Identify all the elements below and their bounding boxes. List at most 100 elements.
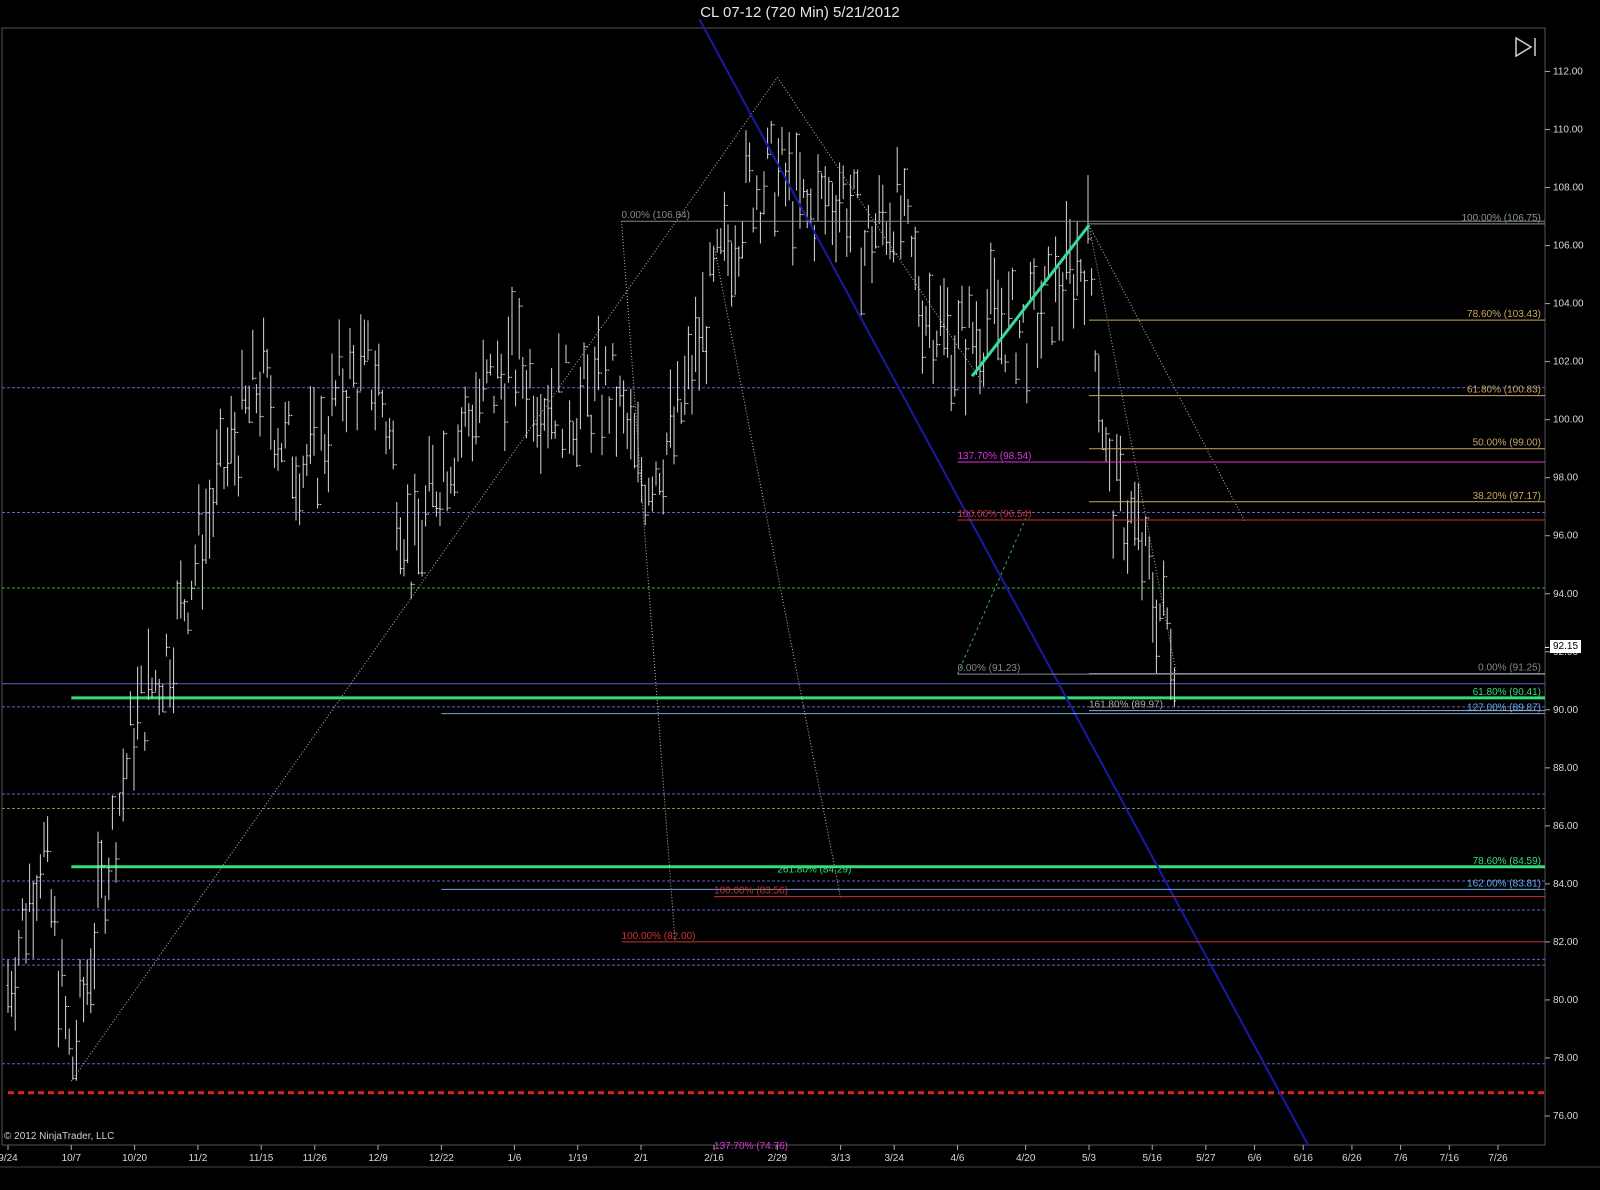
y-axis: 76.00 78.00 80.00 82.00 84.00 86.00 88.00 90.00…: [1545, 67, 1584, 1122]
ohlc-bar: [1057, 255, 1061, 341]
x-tick-label: 4/6: [951, 1153, 965, 1164]
ohlc-bar: [611, 343, 615, 400]
ohlc-bar: [560, 391, 564, 458]
ohlc-bar: [125, 753, 129, 780]
horizontal-levels: [2, 387, 1545, 1095]
ohlc-bar: [287, 401, 291, 426]
ohlc-bar: [935, 330, 939, 361]
trend-line[interactable]: [970, 224, 1091, 378]
ohlc-bar: [920, 300, 924, 374]
ohlc-bar: [503, 373, 507, 452]
ohlc-bar: [715, 229, 719, 259]
ohlc-bar: [942, 277, 946, 356]
ohlc-bar: [290, 414, 294, 499]
ohlc-bar: [719, 228, 723, 255]
ohlc-bar: [20, 898, 24, 939]
ohlc-bar: [589, 414, 593, 453]
ohlc-bar: [139, 665, 143, 724]
ohlc-bar: [247, 385, 251, 423]
ohlc-bar: [420, 519, 424, 577]
ohlc-bar: [67, 1005, 71, 1055]
ohlc-bar: [233, 411, 237, 486]
ohlc-bar: [596, 315, 600, 391]
trend-lines[interactable]: [70, 18, 1309, 1146]
y-tick-label: 80.00: [1553, 995, 1578, 1006]
ohlc-bar: [38, 854, 42, 899]
ohlc-bar: [888, 202, 892, 260]
ohlc-bar: [488, 353, 492, 376]
ohlc-bar: [1003, 313, 1007, 373]
ohlc-bar: [53, 896, 57, 936]
ohlc-bar: [204, 488, 208, 564]
x-tick-label: 6/6: [1248, 1153, 1262, 1164]
ohlc-bar: [1064, 201, 1068, 291]
ohlc-bar: [1036, 265, 1040, 369]
ohlc-bar: [1108, 433, 1112, 492]
ohlc-bar: [762, 171, 766, 215]
ohlc-bar: [730, 240, 734, 307]
x-tick-label: 11/2: [189, 1153, 208, 1164]
ohlc-bar: [928, 272, 932, 348]
skip-forward-icon[interactable]: [1515, 36, 1536, 58]
ohlc-bar: [218, 408, 222, 467]
ohlc-bar: [146, 628, 150, 742]
fib-label: 161.80% (89.97): [1089, 700, 1163, 711]
ohlc-bar: [1072, 269, 1076, 329]
ohlc-bar: [254, 377, 258, 414]
ohlc-bar: [100, 839, 104, 899]
trend-line[interactable]: [957, 518, 1027, 675]
ohlc-bar: [1165, 576, 1169, 630]
y-tick-label: 82.00: [1553, 937, 1578, 948]
ohlc-bar: [704, 326, 708, 385]
ohlc-bar: [701, 271, 705, 352]
trend-line[interactable]: [713, 245, 842, 899]
ohlc-bar: [971, 294, 975, 354]
fib-label: 0.00% (91.25): [1478, 663, 1541, 674]
ohlc-bar: [10, 971, 14, 1017]
ohlc-bar: [956, 300, 960, 391]
ohlc-bar: [514, 291, 518, 407]
ohlc-bar: [13, 957, 17, 1031]
ohlc-bar: [1147, 517, 1151, 580]
ohlc-bar: [823, 166, 827, 235]
ohlc-bar: [578, 366, 582, 467]
ohlc-bar: [629, 388, 633, 460]
ohlc-bar: [614, 354, 618, 457]
trend-line[interactable]: [776, 77, 983, 383]
fib-label: 78.60% (103.43): [1467, 309, 1541, 320]
ohlc-bar: [467, 396, 471, 437]
ohlc-bar: [132, 724, 136, 791]
ohlc-bar: [989, 242, 993, 320]
ohlc-bar: [1100, 419, 1104, 451]
trend-line[interactable]: [1088, 225, 1246, 522]
ohlc-bar: [316, 426, 320, 509]
ohlc-bar: [697, 317, 701, 391]
ohlc-bar: [431, 444, 435, 508]
fib-levels[interactable]: 100.00% (106.75) 78.60% (103.43) 61.80% (1…: [441, 210, 1545, 1152]
ohlc-bar: [668, 369, 672, 448]
ohlc-bar: [676, 361, 680, 457]
ohlc-bar: [226, 427, 230, 487]
fib-label: 100.00% (106.75): [1461, 213, 1541, 224]
ohlc-bar: [557, 333, 561, 426]
ohlc-bar: [427, 436, 431, 515]
ohlc-bar: [456, 424, 460, 493]
ohlc-bar: [838, 162, 842, 233]
ohlc-bar: [222, 418, 226, 490]
ohlc-bar: [35, 875, 39, 921]
plot-border: [1, 27, 1546, 1146]
ohlc-bar: [953, 335, 957, 404]
fib-label: 38.20% (97.17): [1473, 491, 1541, 502]
ohlc-bar: [17, 929, 21, 988]
ohlc-bar: [683, 355, 687, 422]
trend-line[interactable]: [621, 221, 676, 942]
ohlc-bar: [280, 443, 284, 463]
trend-line[interactable]: [698, 18, 1309, 1146]
x-tick-label: 7/16: [1440, 1153, 1460, 1164]
ohlc-bar: [402, 539, 406, 577]
price-chart[interactable]: 100.00% (106.75) 78.60% (103.43) 61.80% (1…: [0, 0, 1600, 1190]
ohlc-bar: [546, 384, 550, 449]
y-tick-label: 90.00: [1553, 705, 1578, 716]
ohlc-bar: [564, 344, 568, 450]
x-tick-label: 12/9: [368, 1153, 388, 1164]
